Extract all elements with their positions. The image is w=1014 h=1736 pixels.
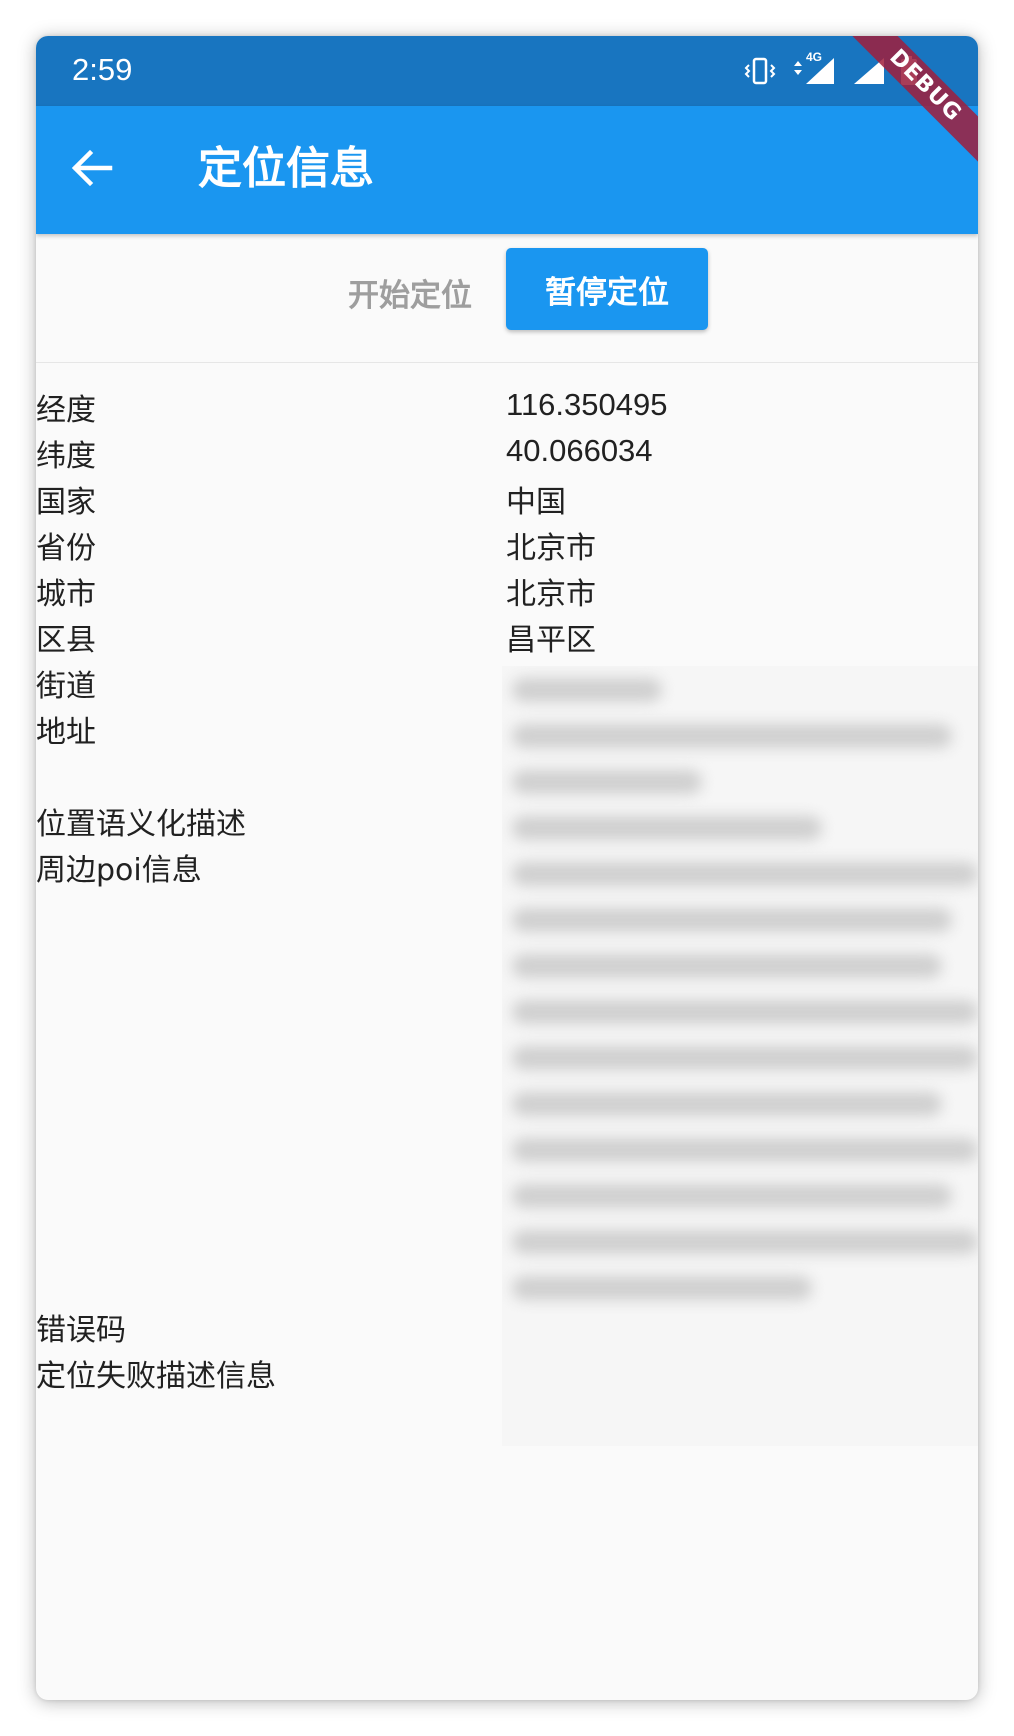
network-type: 4G [806,50,823,64]
field-row-city: 城市 北京市 [36,572,978,618]
field-label: 街道 [36,669,96,704]
redacted-line [512,1230,978,1254]
redacted-line [512,1046,978,1070]
redacted-line [512,1000,978,1024]
phone-screen: 2:59 4G DEBUG 定位信息 开始定位 暂停定位 经度 116.3504… [36,36,978,1700]
cell-signal-icon: 4G [790,50,838,86]
page-title: 定位信息 [198,143,374,194]
redacted-line [512,908,952,932]
field-label: 定位失败描述信息 [36,1359,276,1394]
start-location-button[interactable]: 开始定位 [332,252,488,332]
app-bar: 定位信息 [36,106,978,234]
field-label: 城市 [36,577,96,612]
field-label: 纬度 [36,439,96,474]
field-row-longitude: 经度 116.350495 [36,387,978,434]
back-button[interactable] [64,142,120,198]
field-value: 116.350495 [506,387,668,422]
field-label: 国家 [36,485,96,520]
field-row-street: 街道 [36,664,978,710]
field-label: 经度 [36,393,96,428]
redacted-line [512,1184,952,1208]
field-label: 地址 [36,715,96,750]
arrow-back-icon [70,146,114,194]
field-row-error-info: 定位失败描述信息 [36,1354,978,1400]
field-row-district: 区县 昌平区 [36,618,978,664]
field-value: 昌平区 [506,623,596,658]
field-value: 中国 [506,485,566,520]
field-value: 北京市 [506,577,596,612]
redacted-line [512,1276,812,1300]
field-label: 周边poi信息 [36,853,202,888]
field-row-address: 地址 [36,710,978,756]
action-bar: 开始定位 暂停定位 [36,234,978,363]
field-label: 错误码 [36,1313,126,1348]
field-row-poi: 周边poi信息 [36,848,978,894]
field-row-latitude: 纬度 40.066034 [36,433,978,480]
redacted-line [512,1092,942,1116]
field-label: 省份 [36,531,96,566]
status-time: 2:59 [72,52,133,87]
field-row-province: 省份 北京市 [36,526,978,572]
redacted-line [512,1138,978,1162]
status-bar: 2:59 4G [36,36,978,106]
field-value: 40.066034 [506,433,653,468]
field-value: 北京市 [506,531,596,566]
redacted-line [512,954,942,978]
field-row-error-code: 错误码 [36,1308,978,1354]
pause-location-button[interactable]: 暂停定位 [506,248,708,330]
vibrate-icon [744,56,776,86]
field-row-semantic-description: 位置语义化描述 [36,802,978,848]
field-label: 区县 [36,623,96,658]
field-row-country: 国家 中国 [36,480,978,526]
field-label: 位置语义化描述 [36,807,246,842]
redacted-line [512,770,702,794]
